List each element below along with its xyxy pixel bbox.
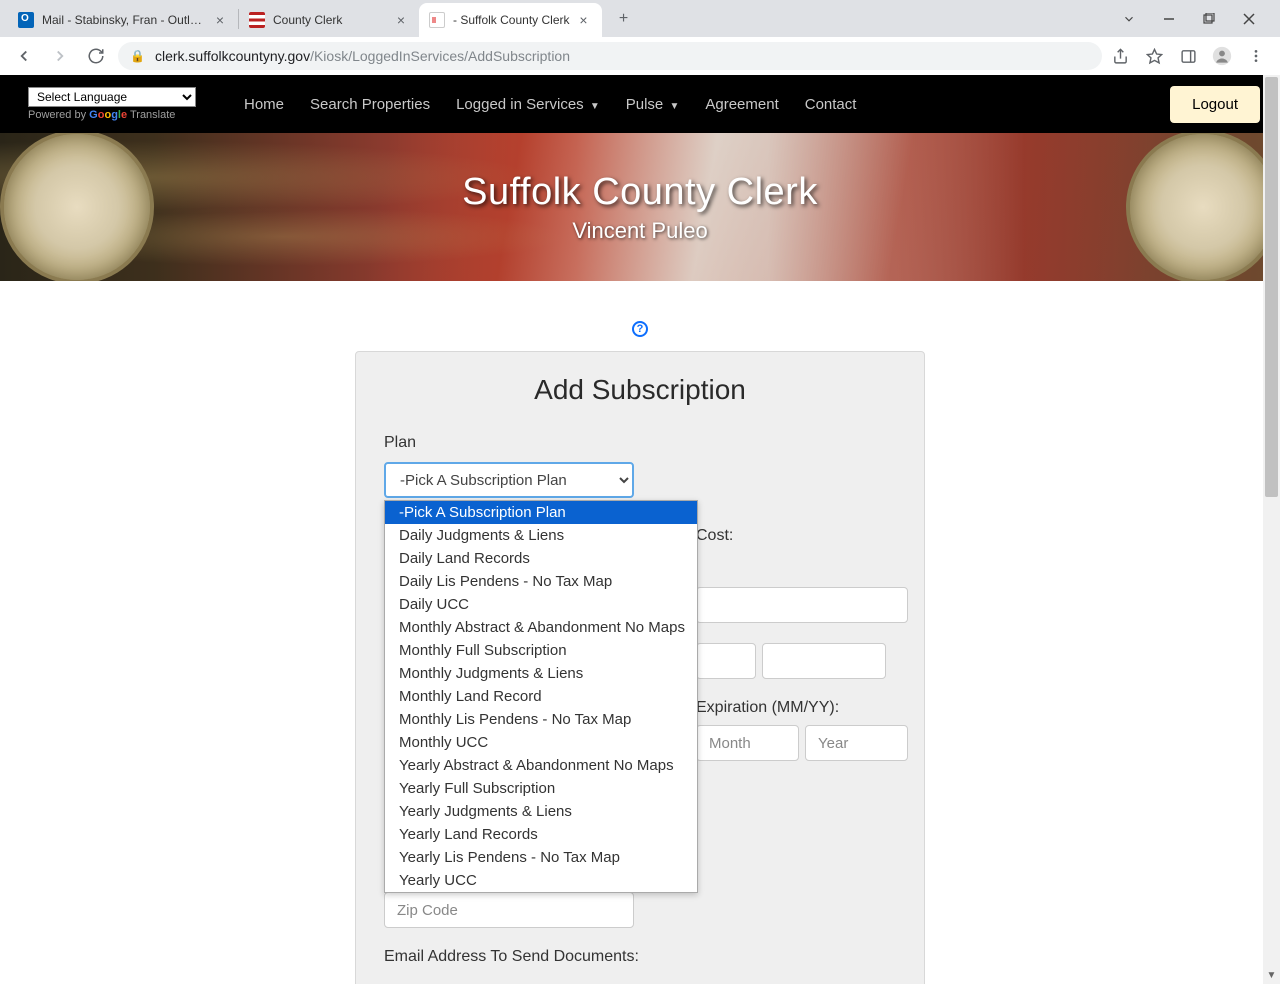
site-title: Suffolk County Clerk [462,171,818,214]
flag-icon [249,12,265,28]
plan-option[interactable]: -Pick A Subscription Plan [385,501,697,524]
chevron-down-icon[interactable] [1118,8,1140,30]
google-logo: Google [89,109,127,121]
county-seal-right [1126,133,1280,281]
close-icon[interactable]: × [576,12,592,28]
card-input[interactable] [696,587,908,623]
subscription-card: Add Subscription Plan -Pick A Subscripti… [355,351,925,984]
language-block: Select Language Powered by Google Transl… [28,87,196,121]
site-subtitle: Vincent Puleo [462,218,818,244]
plan-option[interactable]: Yearly Full Subscription [385,777,697,800]
tab-suffolk-clerk[interactable]: - Suffolk County Clerk × [419,3,602,37]
bookmark-icon[interactable] [1144,46,1164,66]
nav-pulse[interactable]: Pulse ▼ [626,96,680,113]
plan-option[interactable]: Daily UCC [385,593,697,616]
form-heading: Add Subscription [384,374,896,406]
menu-icon[interactable] [1246,46,1266,66]
nav-links: Home Search Properties Logged in Service… [244,96,856,113]
nav-contact[interactable]: Contact [805,96,857,113]
nav-logged-in-services[interactable]: Logged in Services ▼ [456,96,600,113]
plan-option[interactable]: Daily Lis Pendens - No Tax Map [385,570,697,593]
tab-title: County Clerk [273,13,387,27]
plan-label: Plan [384,434,896,452]
address-bar: 🔒 clerk.suffolkcountyny.gov/Kiosk/Logged… [0,37,1280,75]
outlook-icon [18,12,34,28]
plan-option[interactable]: Monthly Full Subscription [385,639,697,662]
plan-dropdown-list: -Pick A Subscription Plan Daily Judgment… [384,500,698,893]
expiration-year-input[interactable] [805,725,908,761]
plan-option[interactable]: Monthly Judgments & Liens [385,662,697,685]
url-bar[interactable]: 🔒 clerk.suffolkcountyny.gov/Kiosk/Logged… [118,42,1102,70]
expiration-month-input[interactable] [696,725,799,761]
back-button[interactable] [10,42,38,70]
help-icon[interactable]: ? [632,321,648,337]
plan-option[interactable]: Monthly Land Record [385,685,697,708]
address-bar-icons [1110,46,1270,66]
tab-title: - Suffolk County Clerk [453,13,570,27]
page-content: Select Language Powered by Google Transl… [0,75,1280,984]
minimize-button[interactable] [1158,8,1180,30]
close-icon[interactable]: × [393,12,409,28]
lock-icon: 🔒 [130,49,145,63]
reload-button[interactable] [82,42,110,70]
close-window-button[interactable] [1238,8,1260,30]
url-path: /Kiosk/LoggedInServices/AddSubscription [310,48,570,64]
nav-search-properties[interactable]: Search Properties [310,96,430,113]
cost-label: Cost: [696,527,916,545]
scroll-down-icon[interactable]: ▼ [1263,967,1280,984]
share-icon[interactable] [1110,46,1130,66]
email-label: Email Address To Send Documents: [384,948,896,966]
forward-button[interactable] [46,42,74,70]
side-panel-icon[interactable] [1178,46,1198,66]
plan-option[interactable]: Yearly UCC [385,869,697,892]
card-icon [429,12,445,28]
site-nav: Select Language Powered by Google Transl… [0,75,1280,133]
plan-option[interactable]: Daily Land Records [385,547,697,570]
maximize-button[interactable] [1198,8,1220,30]
plan-option[interactable]: Monthly Abstract & Abandonment No Maps [385,616,697,639]
plan-option[interactable]: Yearly Abstract & Abandonment No Maps [385,754,697,777]
powered-by-text: Powered by Google Translate [28,109,196,121]
plan-option[interactable]: Monthly Lis Pendens - No Tax Map [385,708,697,731]
close-icon[interactable]: × [212,12,228,28]
window-controls [1118,8,1272,30]
browser-chrome: Mail - Stabinsky, Fran - Outlook × Count… [0,0,1280,75]
tab-county-clerk[interactable]: County Clerk × [239,3,419,37]
plan-option[interactable]: Monthly UCC [385,731,697,754]
content-area: ? Add Subscription Plan -Pick A Subscrip… [0,281,1280,984]
scrollbar[interactable]: ▲ ▼ [1263,75,1280,984]
profile-icon[interactable] [1212,46,1232,66]
new-tab-button[interactable]: + [610,5,638,33]
plan-option[interactable]: Yearly Lis Pendens - No Tax Map [385,846,697,869]
tab-bar: Mail - Stabinsky, Fran - Outlook × Count… [0,0,1280,37]
plan-select[interactable]: -Pick A Subscription Plan [384,462,634,498]
right-column: Cost: Expiration (MM/YY): [696,527,916,781]
county-seal-left [0,133,154,281]
banner: Suffolk County Clerk Vincent Puleo [0,133,1280,281]
misc-input-2[interactable] [762,643,886,679]
url-domain: clerk.suffolkcountyny.gov [155,48,310,64]
misc-input-1[interactable] [696,643,756,679]
banner-title: Suffolk County Clerk Vincent Puleo [462,171,818,244]
plan-option[interactable]: Daily Judgments & Liens [385,524,697,547]
zip-code-input[interactable] [384,892,634,928]
plan-option[interactable]: Yearly Land Records [385,823,697,846]
nav-agreement[interactable]: Agreement [705,96,778,113]
scrollbar-thumb[interactable] [1265,77,1278,497]
tab-title: Mail - Stabinsky, Fran - Outlook [42,13,206,27]
language-select[interactable]: Select Language [28,87,196,107]
logout-button[interactable]: Logout [1170,86,1260,123]
nav-home[interactable]: Home [244,96,284,113]
tab-outlook[interactable]: Mail - Stabinsky, Fran - Outlook × [8,3,238,37]
plan-option[interactable]: Yearly Judgments & Liens [385,800,697,823]
expiration-label: Expiration (MM/YY): [696,699,916,717]
